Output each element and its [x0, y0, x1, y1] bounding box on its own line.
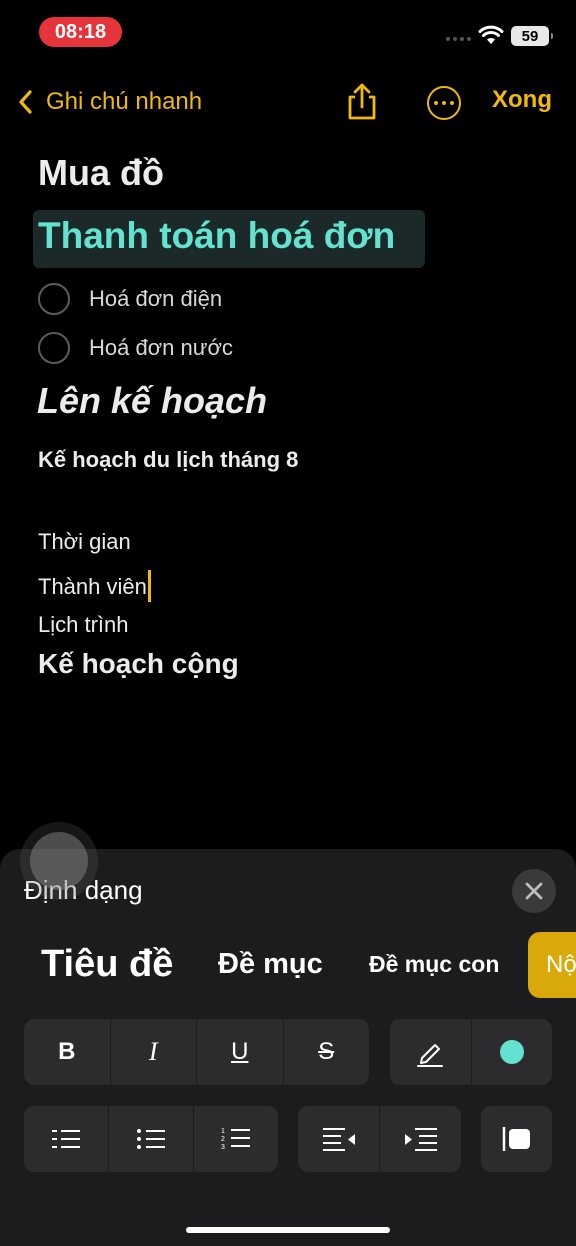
style-body-selected[interactable]: Nộ	[528, 932, 576, 998]
checklist-label: Hoá đơn điện	[89, 286, 223, 311]
text-format-group: B I U S	[24, 1019, 369, 1085]
battery-indicator: 59	[511, 26, 553, 46]
dashed-list-button[interactable]	[24, 1106, 108, 1172]
bold-line[interactable]: Kế hoạch cộng	[38, 648, 239, 680]
style-subheading[interactable]: Đề mục con	[369, 930, 499, 998]
block-quote-cell[interactable]	[481, 1106, 552, 1172]
close-button[interactable]	[512, 869, 556, 913]
chevron-left-icon	[19, 90, 32, 114]
pencil-highlight-icon	[417, 1044, 444, 1067]
checkbox-circle[interactable]	[38, 283, 70, 315]
more-options-button[interactable]	[427, 86, 461, 120]
highlight-button[interactable]	[390, 1019, 471, 1085]
indent-increase-button[interactable]	[379, 1106, 461, 1172]
checklist-item[interactable]: Hoá đơn điện	[38, 282, 222, 316]
color-dot-icon	[499, 1040, 524, 1064]
underline-label: U	[231, 1038, 249, 1065]
dashed-list-icon	[52, 1130, 80, 1148]
status-time: 08:18	[39, 17, 122, 47]
bulleted-list-icon	[137, 1129, 165, 1149]
back-label: Ghi chú nhanh	[46, 88, 203, 115]
body-line-with-cursor[interactable]: Thành viên	[38, 570, 151, 602]
color-group	[390, 1019, 552, 1085]
text-cursor	[147, 570, 151, 602]
paragraph-style-row: Tiêu đề Đề mục Đề mục con	[0, 930, 576, 998]
wifi-icon	[478, 25, 504, 44]
checklist-item[interactable]: Hoá đơn nước	[38, 331, 233, 365]
share-icon[interactable]	[344, 82, 380, 122]
style-heading[interactable]: Đề mục	[218, 930, 323, 998]
body-line-text: Thành viên	[38, 574, 147, 599]
bulleted-list-button[interactable]	[108, 1106, 193, 1172]
indent-decrease-button[interactable]	[298, 1106, 379, 1172]
italic-heading[interactable]: Lên kế hoạch	[37, 380, 267, 422]
home-indicator	[186, 1227, 390, 1233]
body-line[interactable]: Lịch trình	[38, 612, 129, 638]
italic-button[interactable]: I	[109, 1019, 197, 1085]
back-button[interactable]: Ghi chú nhanh	[12, 84, 202, 120]
touch-indicator	[30, 832, 88, 890]
highlighted-heading[interactable]: Thanh toán hoá đơn	[38, 215, 395, 257]
strikethrough-button[interactable]: S	[282, 1019, 370, 1085]
underline-button[interactable]: U	[196, 1019, 283, 1085]
bold-label: B	[58, 1038, 76, 1065]
numbered-list-button[interactable]: 1 2 3	[193, 1106, 278, 1172]
body-line[interactable]: Thời gian	[38, 529, 131, 555]
style-title[interactable]: Tiêu đề	[41, 930, 173, 998]
svg-text:2: 2	[221, 1136, 225, 1143]
note-title[interactable]: Mua đồ	[38, 152, 164, 194]
bold-button[interactable]: B	[24, 1019, 110, 1085]
svg-text:1: 1	[221, 1128, 225, 1135]
subheading[interactable]: Kế hoạch du lịch tháng 8	[38, 447, 298, 473]
done-button[interactable]: Xong	[492, 86, 552, 114]
block-quote-button[interactable]	[481, 1106, 552, 1172]
list-format-group: 1 2 3	[24, 1106, 278, 1172]
svg-text:3: 3	[221, 1144, 225, 1151]
close-icon	[525, 882, 543, 900]
strikethrough-label: S	[318, 1038, 335, 1065]
indent-group	[298, 1106, 461, 1172]
checkbox-circle[interactable]	[38, 332, 70, 364]
cellular-signal-icon	[446, 37, 471, 41]
block-quote-icon	[502, 1127, 530, 1151]
indent-decrease-icon	[322, 1128, 355, 1151]
italic-label: I	[148, 1037, 158, 1066]
indent-increase-icon	[404, 1128, 437, 1151]
text-color-button[interactable]	[470, 1019, 553, 1085]
numbered-list-icon: 1 2 3	[221, 1128, 250, 1151]
checklist-label: Hoá đơn nước	[89, 335, 233, 360]
